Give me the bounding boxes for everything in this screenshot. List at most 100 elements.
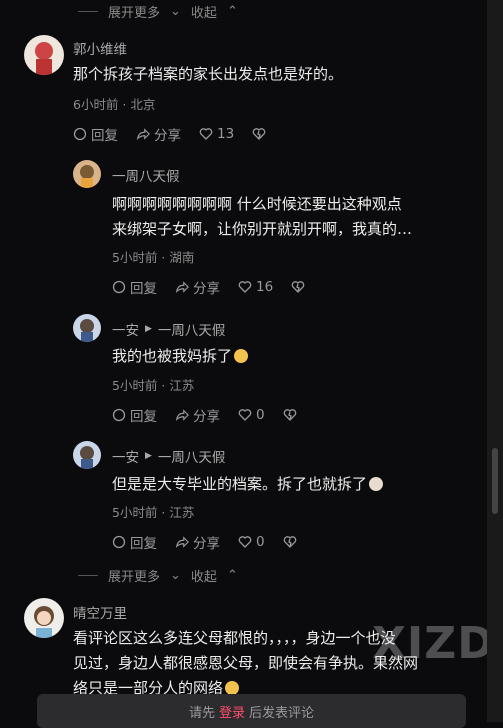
heart-icon (238, 281, 252, 293)
watermark: XIZD (372, 618, 495, 669)
reply-user-row: 一安 ▶ 一周八天假 (112, 319, 225, 339)
expand-more-button[interactable]: 展开更多 (108, 2, 160, 21)
share-icon (175, 536, 189, 549)
comment-username[interactable]: 郭小维维 (73, 38, 127, 58)
like-count: 16 (256, 279, 274, 295)
dislike-button[interactable] (252, 127, 266, 141)
heart-icon (238, 409, 252, 421)
reply-button[interactable]: 回复 (112, 277, 157, 297)
share-button[interactable]: 分享 (136, 124, 181, 144)
comment-meta: 6小时前 · 北京 (73, 97, 156, 112)
divider-dash (78, 575, 98, 576)
avatar-image (35, 42, 53, 75)
reply-text-line-1: 啊啊啊啊啊啊啊啊 什么时候还要出这种观点 (112, 195, 402, 213)
reply-to-username[interactable]: 一周八天假 (158, 446, 226, 466)
share-label: 分享 (193, 536, 220, 552)
collapse-button[interactable]: 收起 (191, 2, 217, 21)
avatar-image (80, 165, 94, 188)
chevron-down-icon: ⌄ (170, 568, 181, 583)
reply-actions: 回复 分享 16 (112, 277, 305, 297)
reply-meta: 5小时前 · 江苏 (112, 505, 195, 520)
comment-actions: 回复 分享 13 (73, 124, 266, 144)
avatar-image (80, 446, 94, 469)
heart-icon (238, 536, 252, 548)
dislike-button[interactable] (291, 280, 305, 294)
share-icon (136, 128, 150, 141)
bottom-expand-row: 展开更多 ⌄ 收起 ⌃ (78, 566, 238, 585)
collapse-button[interactable]: 收起 (191, 566, 217, 585)
divider-dash (78, 11, 98, 12)
avatar-image (80, 319, 94, 342)
dislike-button[interactable] (283, 408, 297, 422)
expand-more-button[interactable]: 展开更多 (108, 566, 160, 585)
reply-label: 回复 (130, 409, 157, 425)
share-button[interactable]: 分享 (175, 277, 220, 297)
footer-suffix: 后发表评论 (249, 705, 315, 721)
share-icon (175, 409, 189, 422)
reply-label: 回复 (130, 536, 157, 552)
dislike-button[interactable] (283, 535, 297, 549)
share-icon (175, 281, 189, 294)
reply-button[interactable]: 回复 (112, 532, 157, 552)
reply-button[interactable]: 回复 (112, 405, 157, 425)
reply-icon (112, 535, 126, 549)
reply-label: 回复 (91, 128, 118, 144)
avatar[interactable] (73, 160, 101, 188)
comment-text: 那个拆孩子档案的家长出发点也是好的。 (73, 65, 344, 83)
broken-heart-icon (252, 128, 266, 140)
chevron-down-icon: ⌄ (170, 4, 181, 19)
like-button[interactable]: 13 (199, 126, 234, 142)
reply-arrow-icon: ▶ (145, 324, 152, 334)
broken-heart-icon (283, 409, 296, 421)
share-label: 分享 (193, 409, 220, 425)
reply-username[interactable]: 一周八天假 (112, 165, 180, 185)
reply-text-body: 我的也被我妈拆了 (112, 347, 233, 365)
chevron-up-icon: ⌃ (226, 4, 238, 19)
reply-user-row: 一安 ▶ 一周八天假 (112, 446, 225, 466)
broken-heart-icon (283, 536, 296, 548)
broken-heart-icon (291, 281, 305, 293)
comment-username[interactable]: 晴空万里 (73, 602, 127, 622)
avatar[interactable] (24, 35, 64, 75)
like-count: 13 (217, 126, 235, 142)
reply-username[interactable]: 一安 (112, 446, 139, 466)
avatar[interactable] (73, 441, 101, 469)
emoji-icon (225, 681, 240, 695)
share-label: 分享 (193, 281, 220, 297)
reply-button[interactable]: 回复 (73, 124, 118, 144)
reply-actions: 回复 分享 0 (112, 532, 297, 552)
top-expand-row: 展开更多 ⌄ 收起 ⌃ (78, 2, 238, 21)
chevron-up-icon: ⌃ (226, 568, 238, 583)
reply-username[interactable]: 一安 (112, 319, 139, 339)
avatar[interactable] (73, 314, 101, 342)
reply-to-username[interactable]: 一周八天假 (158, 319, 226, 339)
scrollbar-thumb[interactable] (492, 448, 498, 514)
emoji-icon (234, 349, 249, 363)
reply-icon (112, 280, 126, 294)
reply-label: 回复 (130, 281, 157, 297)
like-button[interactable]: 0 (238, 534, 265, 550)
footer-prefix: 请先 (188, 705, 215, 721)
heart-icon (199, 128, 213, 140)
reply-icon (112, 408, 126, 422)
reply-meta: 5小时前 · 江苏 (112, 378, 195, 393)
reply-arrow-icon: ▶ (145, 451, 152, 461)
share-button[interactable]: 分享 (175, 532, 220, 552)
reply-text: 但是是大专毕业的档案。拆了也就拆了 (112, 472, 384, 497)
share-button[interactable]: 分享 (175, 405, 220, 425)
like-count: 0 (256, 534, 265, 550)
comment-text-line-2: 见过，身边人都很感恩父母，即使会有争执。果然网 (73, 654, 419, 672)
avatar[interactable] (24, 598, 64, 638)
scrollbar-track[interactable] (487, 0, 503, 722)
login-link[interactable]: 登录 (219, 702, 245, 721)
comment-input-bar[interactable]: 请先 登录 后发表评论 (37, 694, 466, 728)
emoji-icon (369, 477, 384, 491)
like-count: 0 (256, 407, 265, 423)
comment-text-line-1: 看评论区这么多连父母都恨的，，，，身边一个也没 (73, 629, 396, 647)
reply-icon (73, 127, 87, 141)
like-button[interactable]: 16 (238, 279, 273, 295)
reply-actions: 回复 分享 0 (112, 405, 297, 425)
like-button[interactable]: 0 (238, 407, 265, 423)
reply-text: 我的也被我妈拆了 (112, 344, 249, 369)
reply-text-line-2: 来绑架子女啊，让你别开就别开啊，我真的… (112, 220, 413, 238)
